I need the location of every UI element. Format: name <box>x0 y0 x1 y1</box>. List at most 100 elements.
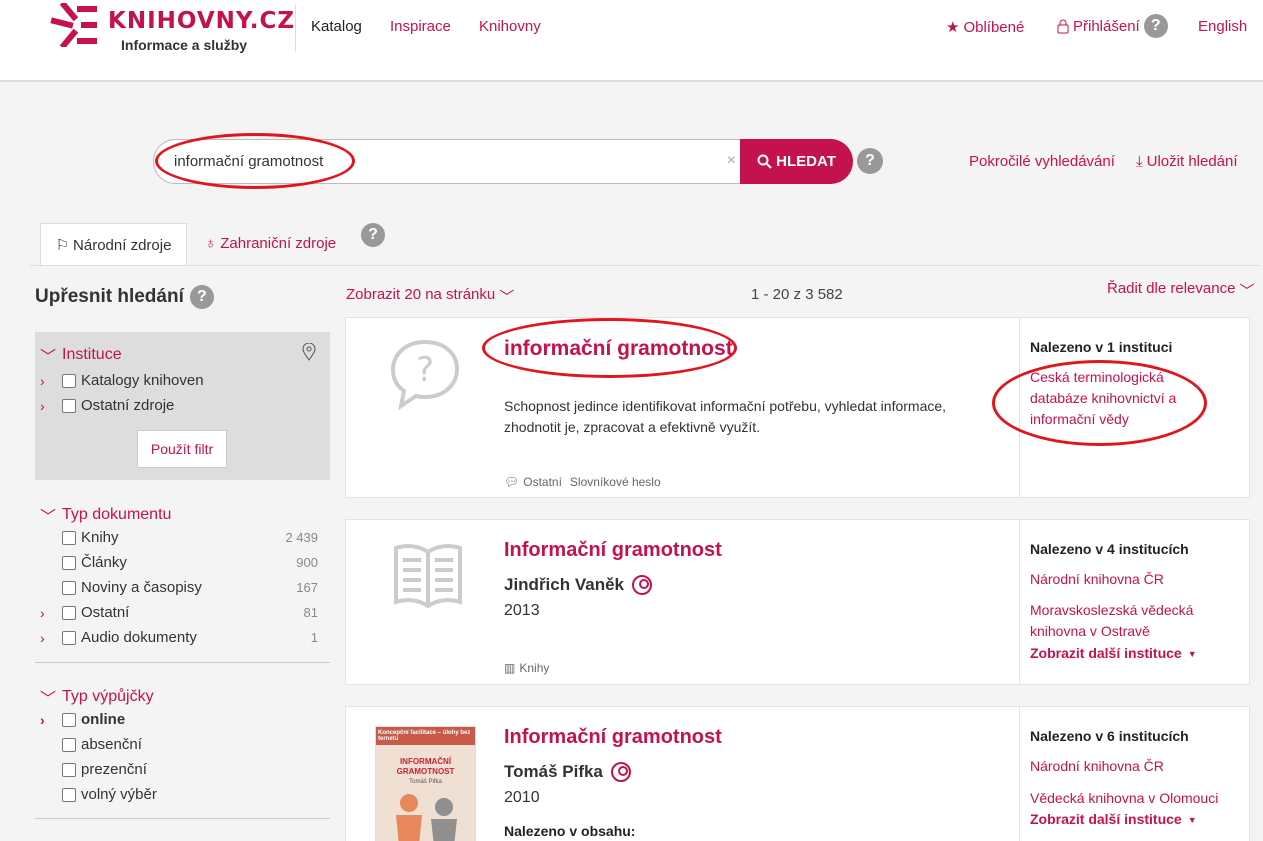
result-title[interactable]: Informační gramotnost <box>504 539 722 562</box>
login-help-icon[interactable]: ? <box>1143 14 1168 38</box>
checkbox[interactable] <box>62 555 76 570</box>
star-icon: ★ <box>946 19 960 36</box>
annotation-oval <box>992 360 1207 446</box>
apply-filter-button[interactable]: Použít filtr <box>137 430 227 468</box>
book-cover-image[interactable]: Koncepční facilitace – úlohy bez ternetu… <box>375 726 476 841</box>
person-icon[interactable] <box>610 762 631 782</box>
facet-item-audio[interactable]: › Audio dokumenty <box>40 629 197 646</box>
facet-item-articles[interactable]: Články <box>40 554 127 571</box>
checkbox[interactable] <box>62 787 76 802</box>
clear-icon[interactable]: × <box>727 152 736 170</box>
facet-divider <box>35 662 330 663</box>
facet-item-open-shelf[interactable]: volný výběr <box>40 786 157 803</box>
download-icon: ⤓ <box>1136 153 1143 170</box>
language-switch[interactable]: English <box>1198 18 1247 35</box>
checkbox[interactable] <box>62 373 76 388</box>
result-subtype-label: Slovníkové heslo <box>569 475 661 489</box>
tabs-help-icon[interactable]: ? <box>361 223 385 247</box>
sort-label: Řadit dle relevance <box>1107 280 1236 297</box>
facet-loan-toggle[interactable]: ﹀ Typ výpůjčky <box>40 685 154 709</box>
tab-foreign-label: Zahraniční zdroje <box>220 235 337 252</box>
per-page-select[interactable]: Zobrazit 20 na stránku ﹀ <box>346 286 514 307</box>
facet-institution-toggle[interactable]: ﹀ Instituce <box>40 343 122 367</box>
logo-text[interactable]: KNIHOVNY.CZ <box>108 8 295 34</box>
refine-title-label: Upřesnit hledání <box>35 286 184 307</box>
facet-item-presence[interactable]: prezenční <box>40 761 147 778</box>
save-search-label: Uložit hledání <box>1146 153 1238 170</box>
institution-link[interactable]: Moravskoslezská vědecká knihovna v Ostra… <box>1030 600 1215 642</box>
chevron-right-icon[interactable]: › <box>40 373 54 389</box>
result-title[interactable]: Informační gramotnost <box>504 726 722 749</box>
svg-text:?: ? <box>416 350 434 390</box>
chevron-right-icon[interactable]: › <box>40 712 54 728</box>
found-in-label: Nalezeno v 4 institucích <box>1030 541 1189 557</box>
facet-item-other-sources[interactable]: › Ostatní zdroje <box>40 397 174 414</box>
search-button[interactable]: HLEDAT <box>740 139 853 184</box>
show-more-institutions[interactable]: Zobrazit další instituce ▼ <box>1030 811 1197 827</box>
facet-item-label: prezenční <box>81 761 147 778</box>
facet-doctype-toggle[interactable]: ﹀ Typ dokumentu <box>40 503 171 527</box>
logo-subtitle: Informace a služby <box>121 37 248 53</box>
nav-knihovny[interactable]: Knihovny <box>479 18 541 35</box>
chevron-down-icon: ﹀ <box>40 349 57 366</box>
facet-item-other[interactable]: › Ostatní <box>40 604 129 621</box>
checkbox[interactable] <box>62 580 76 595</box>
institution-link[interactable]: Národní knihovna ČR <box>1030 756 1240 777</box>
per-page-label: Zobrazit 20 na stránku <box>346 286 496 303</box>
show-more-institutions[interactable]: Zobrazit další instituce ▼ <box>1030 645 1197 661</box>
facet-item-newspapers[interactable]: Noviny a časopisy <box>40 579 202 596</box>
checkbox[interactable] <box>62 630 76 645</box>
favorites-label: Oblíbené <box>963 18 1025 36</box>
checkbox[interactable] <box>62 398 76 413</box>
person-icon[interactable] <box>632 575 652 595</box>
found-in-label: Nalezeno v 1 instituci <box>1030 339 1173 355</box>
search-help-icon[interactable]: ? <box>857 148 883 174</box>
nav-katalog[interactable]: Katalog <box>311 18 362 35</box>
checkbox[interactable] <box>62 530 76 545</box>
save-search-link[interactable]: ⤓ Uložit hledání <box>1136 153 1238 170</box>
speech-question-icon: ? <box>390 339 460 410</box>
result-type: ▥ Knihy <box>504 661 549 675</box>
cover-title: INFORMAČNÍ GRAMOTNOST <box>396 757 455 776</box>
caret-down-icon: ▼ <box>1187 815 1197 825</box>
logo-icon[interactable] <box>50 3 98 47</box>
facet-count: 1 <box>310 630 318 645</box>
login-link[interactable]: Přihlášení ? <box>1057 14 1168 38</box>
checkbox[interactable] <box>62 605 76 620</box>
cover-top-text: Koncepční facilitace – úlohy bez ternetu <box>376 727 475 745</box>
tab-foreign[interactable]: ♁ Zahraniční zdroje <box>205 235 336 252</box>
advanced-search-link[interactable]: Pokročilé vyhledávání <box>969 153 1115 170</box>
show-more-label: Zobrazit další instituce <box>1030 811 1182 827</box>
chevron-right-icon[interactable]: › <box>40 630 54 646</box>
favorites-link[interactable]: ★ Oblíbené <box>946 18 1025 37</box>
checkbox[interactable] <box>62 737 76 752</box>
refine-help-icon[interactable]: ? <box>189 285 214 309</box>
checkbox[interactable] <box>62 712 76 727</box>
chevron-down-icon: ﹀ <box>40 509 57 526</box>
chevron-right-icon[interactable]: › <box>40 605 54 621</box>
facet-count: 900 <box>296 555 318 570</box>
location-icon[interactable] <box>302 343 316 361</box>
facet-item-books[interactable]: Knihy <box>40 529 119 546</box>
tab-national[interactable]: ⚐ Národní zdroje <box>40 223 187 266</box>
facet-item-online[interactable]: › online <box>40 711 125 728</box>
result-author[interactable]: Jindřich Vaněk <box>504 575 652 595</box>
facet-item-label: Noviny a časopisy <box>81 579 202 596</box>
institution-link[interactable]: Vědecká knihovna v Olomouci <box>1030 788 1245 809</box>
facet-item-absence[interactable]: absenční <box>40 736 142 753</box>
checkbox[interactable] <box>62 762 76 777</box>
result-author[interactable]: Tomáš Pifka <box>504 762 631 782</box>
found-in-label: Nalezeno v 6 institucích <box>1030 728 1189 744</box>
refine-title: Upřesnit hledání ? <box>35 285 214 309</box>
facet-item-label: Katalogy knihoven <box>81 372 204 389</box>
institution-link[interactable]: Národní knihovna ČR <box>1030 569 1240 590</box>
facet-item-catalogs[interactable]: › Katalogy knihoven <box>40 372 204 389</box>
result-card: Koncepční facilitace – úlohy bez ternetu… <box>345 706 1250 841</box>
chevron-down-icon: ﹀ <box>1239 283 1255 300</box>
chevron-right-icon[interactable]: › <box>40 398 54 414</box>
facet-item-label: absenční <box>81 736 142 753</box>
sort-select[interactable]: Řadit dle relevance ﹀ <box>1107 280 1254 301</box>
nav-inspirace[interactable]: Inspirace <box>390 18 451 35</box>
facet-item-label: Audio dokumenty <box>81 629 197 646</box>
result-type-label: Knihy <box>519 661 550 675</box>
